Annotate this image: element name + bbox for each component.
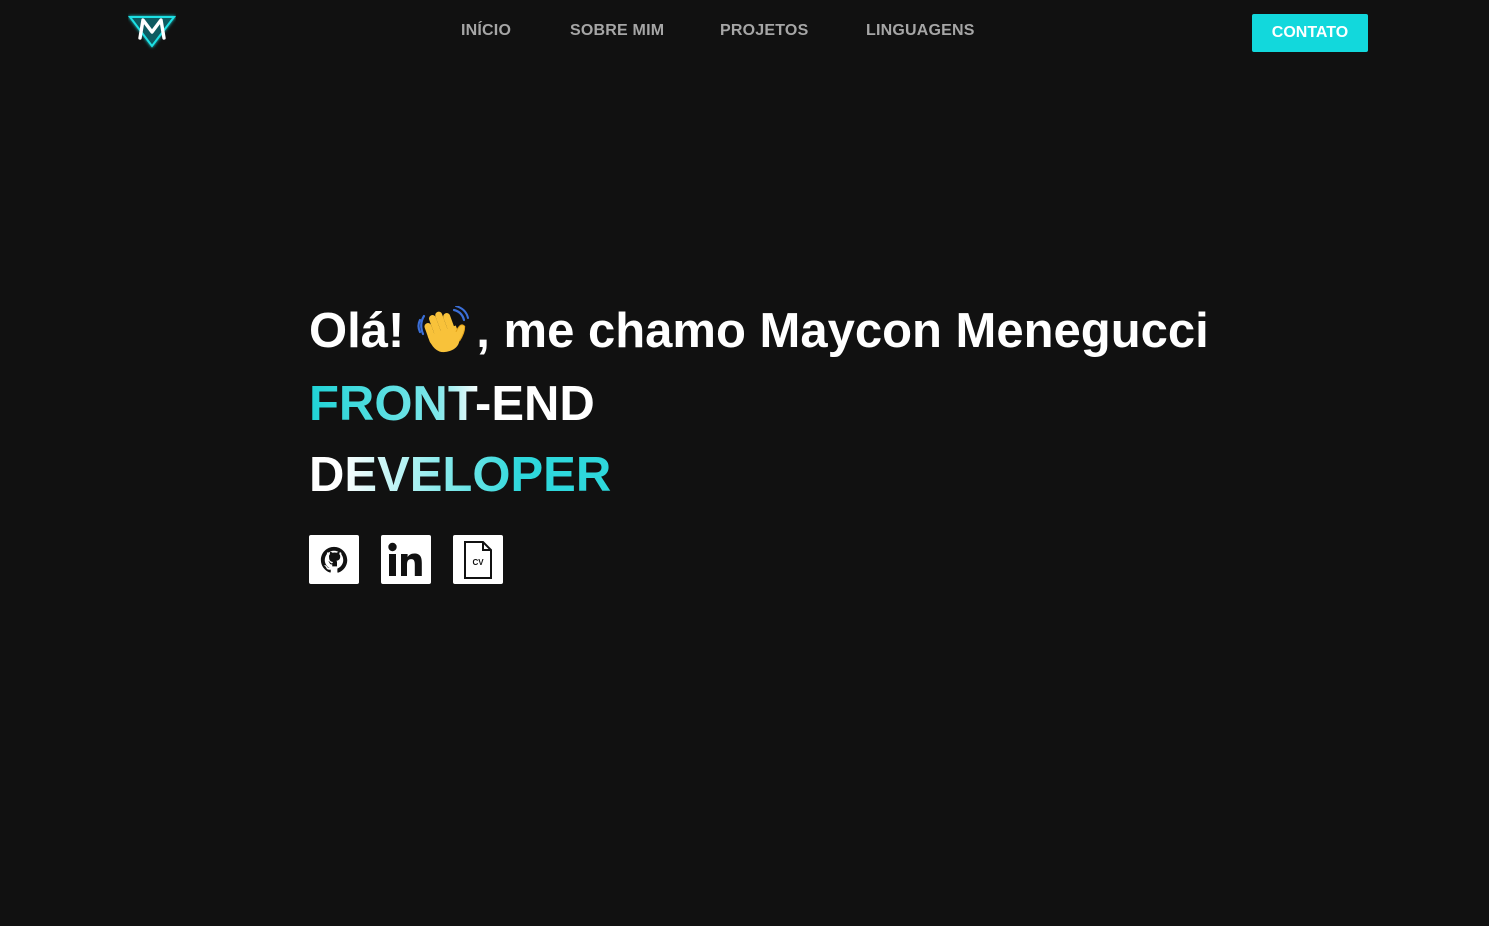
site-header: INÍCIO SOBRE MIM PROJETOS LINGUAGENS CON… xyxy=(0,0,1489,64)
role-line-frontend: FRONT-END xyxy=(309,369,595,440)
cv-link[interactable]: CV xyxy=(453,535,503,584)
role-line-developer: DEVELOPER xyxy=(309,440,611,511)
social-links: CV xyxy=(309,535,1209,584)
github-link[interactable] xyxy=(309,535,359,584)
linkedin-icon xyxy=(388,542,422,576)
greeting-prefix: Olá! xyxy=(309,304,405,358)
nav-linguagens[interactable]: LINGUAGENS xyxy=(866,22,975,40)
nav-inicio[interactable]: INÍCIO xyxy=(461,22,511,40)
cv-file-icon: CV xyxy=(464,540,492,579)
nav-sobre-mim[interactable]: SOBRE MIM xyxy=(570,22,664,40)
hero-section: Olá! , me chamo Maycon Menegucci FRONT-E… xyxy=(309,300,1209,584)
waving-hand-icon xyxy=(417,306,470,353)
nav-projetos[interactable]: PROJETOS xyxy=(720,22,808,40)
portfolio-page: INÍCIO SOBRE MIM PROJETOS LINGUAGENS CON… xyxy=(0,0,1489,926)
github-icon xyxy=(320,546,348,573)
contact-button[interactable]: CONTATO xyxy=(1252,14,1368,52)
linkedin-link[interactable] xyxy=(381,535,431,584)
m-logo-icon[interactable] xyxy=(128,12,176,50)
hero-greeting: Olá! , me chamo Maycon Menegucci xyxy=(309,300,1209,362)
greeting-suffix: , me chamo Maycon Menegucci xyxy=(476,304,1209,358)
cv-label: CV xyxy=(472,558,484,567)
